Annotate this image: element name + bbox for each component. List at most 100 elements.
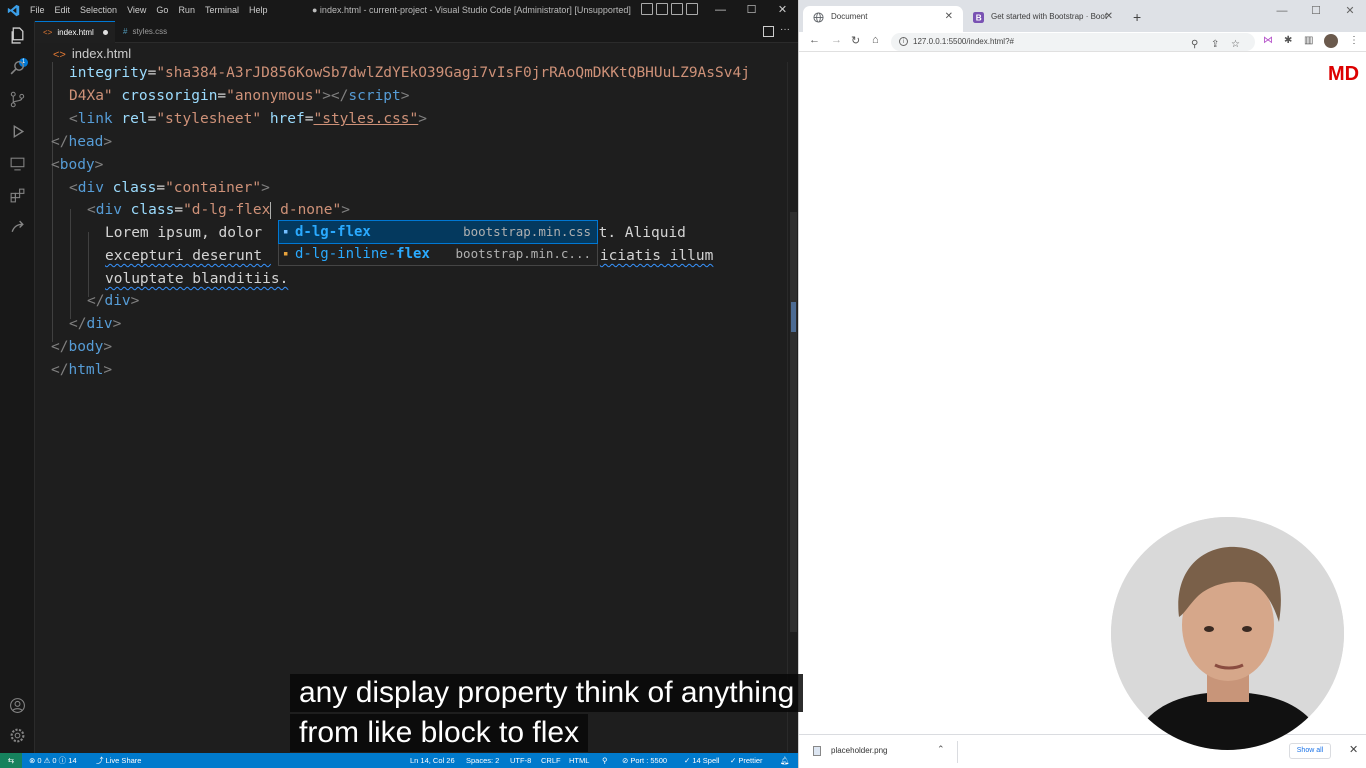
activity-bar: 1	[0, 21, 35, 753]
chevron-up-icon[interactable]: ⌃	[937, 744, 945, 755]
browser-tab-bootstrap[interactable]: B Get started with Bootstrap · Boot ✕	[963, 6, 1123, 32]
maximize-button[interactable]: ☐	[736, 0, 767, 21]
live-share-icon[interactable]	[9, 219, 26, 236]
html-file-icon: <>	[53, 49, 66, 61]
editor-scrollbar[interactable]	[787, 62, 798, 752]
minimize-button[interactable]: —	[1265, 0, 1299, 22]
indent-guide	[88, 232, 89, 297]
settings-gear-icon[interactable]	[9, 727, 26, 744]
live-server-port[interactable]: ⊘ Port : 5500	[622, 753, 667, 768]
menu-edit[interactable]: Edit	[55, 5, 71, 15]
profile-avatar[interactable]	[1324, 34, 1338, 48]
bootstrap-logo-icon: B	[973, 12, 984, 23]
svg-text:B: B	[976, 14, 982, 23]
spell-checker[interactable]: ✓ 14 Spell	[684, 753, 719, 768]
prettier-status[interactable]: ✓ Prettier	[730, 753, 763, 768]
divider	[957, 741, 958, 763]
notifications-bell-icon[interactable]: 🔔︎	[780, 753, 790, 768]
code-editor[interactable]: integrity="sha384-A3rJD856KowSb7dwlZdYEk…	[35, 62, 787, 752]
home-icon[interactable]: ⌂	[872, 34, 879, 46]
split-editor-icon[interactable]	[763, 26, 774, 37]
css-class-icon: ▪	[283, 227, 289, 237]
page-text: MD	[1328, 63, 1360, 85]
address-bar[interactable]: i 127.0.0.1:5500/index.html?# ⚲ ⇪ ☆	[891, 33, 1255, 51]
menu-view[interactable]: View	[127, 5, 146, 15]
site-info-icon[interactable]: i	[899, 37, 908, 46]
tab-title: Get started with Bootstrap · Boot	[991, 12, 1108, 21]
line-ending[interactable]: CRLF	[541, 753, 561, 768]
menu-run[interactable]: Run	[178, 5, 195, 15]
chrome-menu-icon[interactable]: ⋮	[1349, 35, 1359, 46]
layout-controls	[641, 3, 698, 15]
scrollbar-thumb[interactable]	[790, 212, 797, 632]
suggestion-item[interactable]: ▪ d-lg-inline-flex bootstrap.min.c...	[279, 243, 597, 265]
extensions-icon[interactable]	[9, 187, 26, 204]
menu-selection[interactable]: Selection	[80, 5, 117, 15]
close-icon[interactable]: ✕	[1349, 743, 1358, 756]
accounts-icon[interactable]	[9, 697, 26, 714]
extensions-puzzle-icon[interactable]: ✱	[1284, 35, 1292, 46]
subtitle-line-1: any display property think of anything	[290, 674, 804, 712]
explorer-icon[interactable]	[9, 27, 26, 44]
html-file-icon: <>	[43, 28, 53, 37]
breadcrumb-file[interactable]: index.html	[72, 46, 131, 61]
extension-icon[interactable]: ⋈	[1263, 35, 1273, 46]
language-mode[interactable]: HTML	[569, 753, 589, 768]
cursor-position[interactable]: Ln 14, Col 26	[410, 753, 455, 768]
remote-indicator-icon[interactable]: ⇆	[0, 753, 22, 768]
live-share-button[interactable]: ⤴ Live Share	[96, 753, 141, 768]
code-line: D4Xa" crossorigin="anonymous"></script>	[69, 88, 410, 104]
url-text: 127.0.0.1:5500/index.html?#	[913, 37, 1014, 46]
vscode-logo-icon	[7, 4, 20, 17]
unsaved-dot-icon[interactable]	[102, 30, 108, 36]
indentation[interactable]: Spaces: 2	[466, 753, 499, 768]
screen: File Edit Selection View Go Run Terminal…	[0, 0, 1366, 768]
customize-layout-icon[interactable]	[686, 3, 698, 15]
back-arrow-icon[interactable]: ←	[809, 34, 820, 46]
minimize-button[interactable]: —	[705, 0, 736, 21]
live-server-icon[interactable]: ⚲	[602, 753, 608, 768]
browser-tab-document[interactable]: Document ✕	[803, 6, 963, 32]
menu-go[interactable]: Go	[156, 5, 168, 15]
code-line: integrity="sha384-A3rJD856KowSb7dwlZdYEk…	[69, 65, 750, 81]
bookmark-star-icon[interactable]: ☆	[1231, 36, 1240, 54]
suggestion-source: bootstrap.min.css	[463, 224, 591, 239]
code-line: </body>	[51, 339, 113, 355]
close-button[interactable]: ✕	[767, 0, 798, 21]
maximize-button[interactable]: ☐	[1299, 0, 1333, 22]
tab-index-html[interactable]: <> index.html	[35, 21, 115, 43]
encoding[interactable]: UTF-8	[510, 753, 531, 768]
tab-label: index.html	[57, 28, 94, 37]
more-actions-icon[interactable]: ···	[780, 24, 790, 35]
code-line: </head>	[51, 134, 113, 150]
tab-styles-css[interactable]: # styles.css	[115, 21, 189, 43]
forward-arrow-icon[interactable]: →	[831, 34, 842, 46]
code-line-active: <div class="d-lg-flex d-none">	[87, 201, 350, 219]
reload-icon[interactable]: ↻	[851, 34, 860, 47]
menu-help[interactable]: Help	[249, 5, 268, 15]
close-tab-icon[interactable]: ✕	[1105, 6, 1113, 28]
close-tab-icon[interactable]: ✕	[945, 6, 953, 28]
share-icon[interactable]: ⇪	[1211, 36, 1219, 54]
toggle-sidebar-icon[interactable]	[641, 3, 653, 15]
search-icon[interactable]	[9, 59, 26, 76]
menu-terminal[interactable]: Terminal	[205, 5, 239, 15]
toggle-secondary-sidebar-icon[interactable]	[671, 3, 683, 15]
source-control-icon[interactable]	[9, 91, 26, 108]
problems-indicator[interactable]: ⊗ 0 ⚠ 0 ⓘ 14	[29, 753, 77, 768]
toggle-panel-icon[interactable]	[656, 3, 668, 15]
zoom-icon[interactable]: ⚲	[1191, 36, 1198, 54]
side-panel-icon[interactable]: ▥	[1304, 35, 1313, 46]
remote-explorer-icon[interactable]	[9, 155, 26, 172]
close-button[interactable]: ✕	[1333, 0, 1366, 22]
run-debug-icon[interactable]	[9, 123, 26, 140]
new-tab-icon[interactable]: +	[1133, 9, 1141, 25]
vscode-titlebar: File Edit Selection View Go Run Terminal…	[0, 0, 798, 21]
suggestion-item[interactable]: ▪ d-lg-flex bootstrap.min.css	[278, 220, 598, 244]
download-item[interactable]: placeholder.png	[813, 744, 888, 758]
window-title: ● index.html - current-project - Visual …	[312, 5, 631, 15]
show-all-button[interactable]: Show all	[1289, 743, 1331, 759]
menu-bar: File Edit Selection View Go Run Terminal…	[30, 5, 277, 15]
menu-file[interactable]: File	[30, 5, 45, 15]
scrollbar-marker	[791, 302, 796, 332]
